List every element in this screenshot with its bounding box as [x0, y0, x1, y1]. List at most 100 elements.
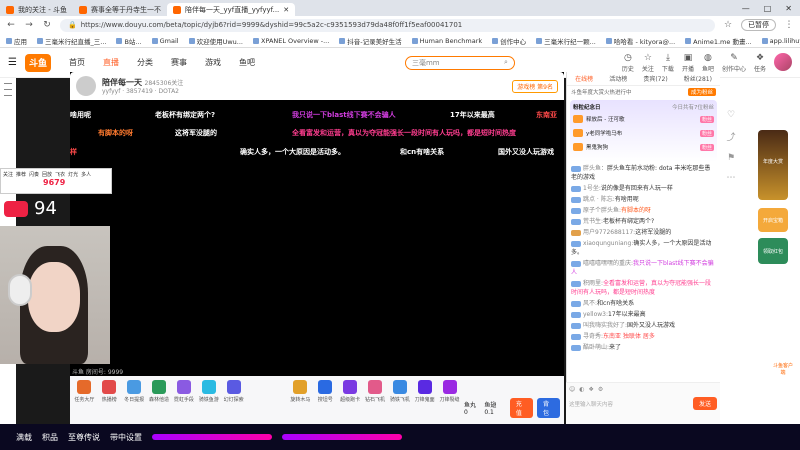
fan-row[interactable]: y老同学啦马布 粉丝 — [573, 127, 714, 139]
gift-item[interactable]: 刀锋裂缝 — [439, 380, 460, 403]
share-icon[interactable]: ⤴ — [722, 130, 740, 143]
gift-item[interactable]: 任务大厅 — [74, 380, 95, 403]
bookmark-item[interactable]: Anime1.me 動畫... — [685, 36, 752, 46]
fan-row[interactable]: 释放后 - 汪可歌 粉丝 — [573, 113, 714, 125]
gift-item[interactable]: 骑铁鱼游 — [198, 380, 219, 403]
gift-icon — [201, 380, 216, 394]
settings-icon[interactable]: ⚙ — [598, 386, 603, 393]
danmu-comment: 样 — [70, 148, 77, 156]
download-button[interactable]: ⤓ 下载 — [662, 53, 674, 73]
forward-icon[interactable]: → — [24, 20, 34, 30]
gift-item[interactable]: 骑铁飞机 — [389, 380, 410, 403]
nav-live[interactable]: 直播 — [103, 57, 119, 68]
bookmark-item[interactable]: app.lilihuyu.com/... — [761, 37, 800, 45]
browser-tab[interactable]: 赛事全等于丹寺生一不 — [73, 3, 167, 16]
gift-item[interactable]: 森林他造 — [149, 380, 170, 403]
rank-badge[interactable]: 游戏榜 第9名 — [512, 79, 558, 93]
nav-events[interactable]: 赛事 — [171, 57, 187, 68]
bookmark-item[interactable]: 哈哈看 - kityora@... — [605, 36, 675, 46]
fishbar-button[interactable]: ◍ 鱼吧 — [702, 53, 714, 73]
bookmark-icon — [339, 37, 346, 44]
nav-home[interactable]: 首页 — [69, 57, 85, 68]
client-download-button[interactable]: 斗鱼客户端 — [772, 362, 794, 382]
gift-item[interactable]: 刀锋鬼面 — [414, 380, 435, 403]
bookmark-item[interactable]: 三毫米行纪一颗... — [536, 36, 596, 46]
browser-tab[interactable]: 我的关注 - 斗鱼 — [0, 3, 73, 16]
gift-item[interactable]: 热播榜 — [99, 380, 120, 403]
maximize-button[interactable]: □ — [764, 4, 772, 13]
color-icon[interactable]: ◐ — [579, 386, 584, 393]
anchor-avatar[interactable] — [76, 76, 96, 96]
gift-item[interactable]: 超级跑卡 — [340, 380, 361, 403]
bookmark-item[interactable]: XPANEL Overview -... — [253, 37, 329, 45]
category-link[interactable]: DOTA2 — [159, 88, 179, 95]
search-icon[interactable]: ⌕ — [504, 58, 508, 67]
gift-item[interactable]: 钻石飞机 — [365, 380, 386, 403]
favicon-icon — [172, 5, 181, 14]
tab-online-rank[interactable]: 在线榜 — [575, 74, 593, 83]
gift-item[interactable]: 霓虹手段 — [173, 380, 194, 403]
send-button[interactable]: 发送 — [692, 397, 717, 410]
bookmark-item[interactable]: B站... — [116, 36, 142, 46]
minimize-button[interactable]: — — [742, 4, 750, 13]
bookmark-item[interactable]: 三毫米行纪直播_三... — [37, 36, 106, 46]
gift-icon — [226, 380, 241, 394]
bookmark-star-icon[interactable]: ☆ — [723, 20, 733, 30]
profile-button[interactable]: 已暂停 — [741, 19, 776, 31]
user-avatar[interactable] — [774, 52, 792, 71]
history-button[interactable]: ◷ 历史 — [622, 53, 634, 73]
more-icon[interactable]: ⋯ — [722, 173, 740, 183]
gift-icon[interactable]: ❖ — [589, 386, 594, 393]
headset-icon — [8, 274, 32, 306]
emoji-icon[interactable]: ☺ — [569, 386, 575, 393]
broadcast-button[interactable]: ▣ 开播 — [682, 53, 694, 73]
redpacket-ad[interactable]: 领取红包 — [758, 238, 788, 264]
bookmark-item[interactable]: Human Benchmark — [411, 37, 482, 45]
gift-item[interactable]: 搜坦号 — [315, 380, 336, 403]
task-button[interactable]: ❖ 任务 — [754, 53, 766, 73]
chat-message: 原子个胖头鱼:有脚本的呀 — [571, 206, 716, 215]
bookmark-item[interactable]: 应用 — [6, 36, 27, 46]
close-window-button[interactable]: ✕ — [785, 4, 792, 13]
douyu-logo[interactable]: 斗鱼 — [24, 53, 51, 72]
side-tools: ♡ ⤴ ⚑ ⋯ — [722, 100, 740, 280]
bookmark-icon — [37, 37, 43, 44]
chat-message: xiaoqunguniang:确实人多，一个大原因是活动多。 — [571, 240, 712, 256]
bookmark-item[interactable]: 欢迎使用Uwu... — [188, 36, 243, 46]
bookmark-item[interactable]: Gmail — [151, 37, 179, 45]
close-tab-icon[interactable]: ✕ — [283, 6, 289, 14]
gift-icon — [77, 380, 92, 394]
bookmark-item[interactable]: 创作中心 — [492, 36, 526, 46]
follow-button[interactable]: ☆ 关注 — [642, 53, 654, 73]
hamburger-menu-icon[interactable]: ☰ — [8, 57, 17, 68]
tab-vip[interactable]: 贵宾(72) — [643, 74, 667, 83]
danmu-comment: 17年以来最高 — [450, 111, 495, 119]
favicon-icon — [6, 5, 14, 14]
charge-button[interactable]: 充值 — [509, 398, 533, 418]
browser-tab-active[interactable]: 陪伴每一天_yyf直播_yyfyyf... ✕ — [166, 3, 296, 16]
gift-item[interactable]: 旋转木马 — [290, 380, 311, 403]
chat-message: 荒书生:老板杯有绑定两个? — [571, 217, 716, 226]
tab-fans[interactable]: 粉丝(281) — [684, 74, 712, 83]
heart-icon[interactable]: ♡ — [722, 110, 740, 120]
creator-button[interactable]: ✎ 创作中心 — [722, 53, 746, 73]
nav-category[interactable]: 分类 — [137, 57, 153, 68]
menu-icon[interactable]: ⋮ — [784, 20, 794, 30]
treasure-ad[interactable]: 开启宝箱 — [758, 208, 788, 232]
reload-icon[interactable]: ↻ — [42, 20, 52, 30]
gift-item[interactable]: 幻灯探索 — [223, 380, 244, 403]
nav-fishbar[interactable]: 鱼吧 — [239, 57, 255, 68]
tab-activity-rank[interactable]: 活动榜 — [609, 74, 627, 83]
search-input[interactable]: 三毫mm ⌕ — [404, 55, 515, 70]
bookmark-icon[interactable]: ⚑ — [722, 153, 740, 163]
bookmark-item[interactable]: 抖音-记录美好生活 — [339, 36, 402, 46]
event-ad[interactable]: 年度大赏 — [758, 130, 788, 200]
url-field[interactable]: 🔒 https://www.douyu.com/beta/topic/dyjb6?… — [60, 18, 715, 32]
nav-games[interactable]: 游戏 — [205, 57, 221, 68]
fan-row[interactable]: 黑鬼狗狗 粉丝 — [573, 141, 714, 153]
chat-input[interactable]: 这里输入聊天内容 — [569, 398, 690, 410]
back-icon[interactable]: ← — [6, 20, 16, 30]
bag-button[interactable]: 背包 — [536, 398, 560, 418]
gift-item[interactable]: 冬日提报 — [124, 380, 145, 403]
become-fan-button[interactable]: 成为粉丝 — [687, 88, 716, 96]
